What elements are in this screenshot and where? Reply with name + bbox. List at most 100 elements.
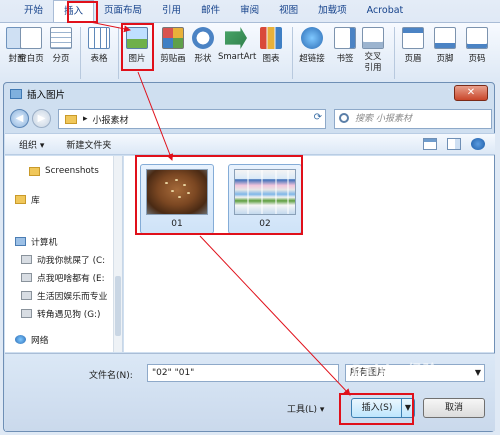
tab-page-layout[interactable]: 页面布局 <box>94 0 152 22</box>
ribbon-divider <box>80 27 81 79</box>
bread-thumbnail <box>146 169 208 215</box>
shapes-icon <box>192 27 214 49</box>
file-item-01[interactable]: 01 <box>140 164 214 234</box>
back-arrow-icon: ◀ <box>15 113 24 124</box>
footer-button[interactable]: 页脚 <box>428 27 462 64</box>
address-bar[interactable]: ▸ 小报素材 ⟳ <box>58 109 326 129</box>
nav-item-drive-c[interactable]: 动我你就屎了 (C: <box>21 252 105 266</box>
picture-icon <box>126 27 148 49</box>
header-icon <box>402 27 424 49</box>
nav-label: 点我吧啥都有 (E: <box>37 273 105 284</box>
bookmark-icon <box>334 27 356 49</box>
shapes-label: 形状 <box>194 54 212 64</box>
help-icon[interactable] <box>471 138 485 150</box>
header-label: 页眉 <box>404 54 422 64</box>
ribbon: 开始 插入 页面布局 引用 邮件 审阅 视图 加载项 Acrobat 封面 空白… <box>0 0 500 82</box>
nav-item-drive-e[interactable]: 点我吧啥都有 (E: <box>21 270 105 284</box>
change-view-icon[interactable] <box>423 138 437 150</box>
close-button[interactable]: ✕ <box>454 85 488 101</box>
ribbon-groups: 封面 空白页 分页 表格 图片 剪贴画 形状 SmartArt 图表 超链接 书… <box>0 22 500 82</box>
filename-input[interactable]: "02" "01" <box>147 364 339 382</box>
drive-icon <box>21 290 32 300</box>
computer-icon <box>15 236 26 246</box>
cancel-button[interactable]: 取消 <box>423 398 485 418</box>
breadcrumb: 小报素材 <box>92 115 129 126</box>
shapes-button[interactable]: 形状 <box>186 27 220 64</box>
clip-art-icon <box>162 27 184 49</box>
chart-icon <box>260 27 282 49</box>
organize-menu[interactable]: 组织 ▾ <box>19 138 44 151</box>
search-placeholder: 搜索 小报素材 <box>355 114 412 124</box>
network-icon <box>15 334 26 344</box>
nav-item-libraries[interactable]: 库 <box>15 192 40 206</box>
nav-label: 转角遇见狗 (G:) <box>37 309 101 320</box>
ribbon-divider <box>118 27 119 79</box>
ribbon-tabs: 开始 插入 页面布局 引用 邮件 审阅 视图 加载项 Acrobat <box>0 0 500 22</box>
nav-label: 动我你就屎了 (C: <box>37 255 106 266</box>
file-item-02[interactable]: 02 <box>228 164 302 234</box>
nav-item-drive-g[interactable]: 转角遇见狗 (G:) <box>21 306 100 320</box>
tab-addins[interactable]: 加载项 <box>308 0 357 22</box>
refresh-icon[interactable]: ⟳ <box>314 112 322 123</box>
chart-button[interactable]: 图表 <box>254 27 288 64</box>
hyperlink-button[interactable]: 超链接 <box>294 27 330 64</box>
chevron-down-icon: ▼ <box>474 368 481 377</box>
footer-label: 页脚 <box>436 54 454 64</box>
page-break-button[interactable]: 分页 <box>44 27 78 64</box>
tab-view[interactable]: 视图 <box>269 0 308 22</box>
watermark: Baidu 经验 <box>352 363 438 379</box>
nav-item-screenshots[interactable]: Screenshots <box>29 164 99 178</box>
ribbon-divider <box>292 27 293 79</box>
picture-icon <box>10 89 22 99</box>
header-button[interactable]: 页眉 <box>396 27 430 64</box>
preview-pane-icon[interactable] <box>447 138 461 150</box>
bookmark-label: 书签 <box>336 54 354 64</box>
cross-reference-button[interactable]: 交叉引用 <box>356 27 390 74</box>
nav-label: 网络 <box>31 335 49 346</box>
forward-arrow-icon: ▶ <box>37 113 46 124</box>
forward-button[interactable]: ▶ <box>32 109 51 128</box>
nav-label: 库 <box>31 195 40 206</box>
insert-button[interactable]: 插入(S) ▼ <box>351 398 415 418</box>
new-folder-button[interactable]: 新建文件夹 <box>66 138 111 151</box>
file-name: 01 <box>171 219 183 229</box>
back-button[interactable]: ◀ <box>10 109 29 128</box>
clip-art-label: 剪贴画 <box>160 54 186 64</box>
nav-item-computer[interactable]: 计算机 <box>15 234 57 248</box>
blank-page-button[interactable]: 空白页 <box>14 27 48 64</box>
globe-icon <box>301 27 323 49</box>
search-icon <box>339 113 349 123</box>
nav-item-drive-f[interactable]: 生活因娱乐而专业 <box>21 288 107 302</box>
picture-label: 图片 <box>128 54 146 64</box>
page-number-button[interactable]: 页码 <box>460 27 494 64</box>
clip-art-button[interactable]: 剪贴画 <box>156 27 190 64</box>
nav-label: Screenshots <box>45 166 99 176</box>
tab-review[interactable]: 审阅 <box>230 0 269 22</box>
hyperlink-label: 超链接 <box>299 54 325 64</box>
smartart-label: SmartArt <box>218 52 257 62</box>
tools-menu[interactable]: 工具(L) ▾ <box>287 402 324 415</box>
nav-scrollbar[interactable] <box>113 156 122 352</box>
drive-icon <box>21 308 32 318</box>
view-buttons <box>423 138 485 150</box>
navigation-pane: Screenshots 库 计算机 动我你就屎了 (C: 点我吧啥都有 (E: … <box>5 156 123 352</box>
nav-item-network[interactable]: 网络 <box>15 332 49 346</box>
search-input[interactable]: 搜索 小报素材 <box>334 109 492 129</box>
tab-references[interactable]: 引用 <box>152 0 191 22</box>
scrollbar-thumb[interactable] <box>115 276 121 336</box>
page-break-label: 分页 <box>52 54 70 64</box>
table-button[interactable]: 表格 <box>82 27 116 64</box>
supermarket-thumbnail <box>234 169 296 215</box>
insert-dropdown-icon[interactable]: ▼ <box>401 399 414 417</box>
tab-insert[interactable]: 插入 <box>53 0 95 22</box>
dialog-title: 插入图片 <box>27 90 66 101</box>
folder-icon <box>29 166 40 176</box>
tab-acrobat[interactable]: Acrobat <box>357 0 414 22</box>
tab-home[interactable]: 开始 <box>14 0 53 22</box>
smartart-button[interactable]: SmartArt <box>218 27 257 62</box>
picture-button[interactable]: 图片 <box>120 27 154 64</box>
chart-label: 图表 <box>262 54 280 64</box>
drive-icon <box>21 272 32 282</box>
dialog-toolbar: 组织 ▾ 新建文件夹 <box>5 133 495 155</box>
tab-mailings[interactable]: 邮件 <box>191 0 230 22</box>
